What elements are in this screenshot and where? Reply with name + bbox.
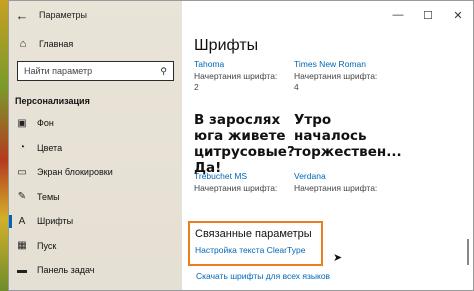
section-title: Персонализация <box>15 96 90 106</box>
window-title: Параметры <box>39 10 87 20</box>
minimize-button[interactable]: — <box>383 1 413 29</box>
font-faces-label: Начертания шрифта: <box>294 183 378 193</box>
search-box[interactable]: ⚲ <box>17 61 174 81</box>
sidebar-item-themes[interactable]: ✎ Темы <box>9 185 182 210</box>
sidebar-item-label: Панель задач <box>37 265 95 276</box>
font-sample-trebuchet[interactable]: В зарослях юга живете цитрусовые? Да! <box>194 112 295 176</box>
maximize-button[interactable]: ☐ <box>413 1 443 29</box>
font-tile-trebuchet[interactable]: Trebuchet MS Начертания шрифта: <box>194 171 290 193</box>
font-tile-tahoma[interactable]: Tahoma Начертания шрифта: 2 <box>194 59 290 92</box>
font-faces-label: Начертания шрифта: <box>194 71 278 81</box>
search-input[interactable] <box>24 66 144 76</box>
search-icon[interactable]: ⚲ <box>160 66 167 77</box>
sidebar-nav: ▣ Фон ◔ Цвета ▭ Экран блокировки ✎ Темы … <box>9 111 182 283</box>
sidebar-item-label: Темы <box>37 191 60 202</box>
sidebar-item-fonts[interactable]: A Шрифты <box>9 209 182 234</box>
font-name: Times New Roman <box>294 59 366 69</box>
sidebar-item-colors[interactable]: ◔ Цвета <box>9 136 182 161</box>
font-faces-count: 2 <box>194 82 199 92</box>
mouse-pointer-icon: ➤ <box>333 252 343 264</box>
sidebar-item-home[interactable]: ⌂ Главная <box>13 38 74 50</box>
palette-icon: ◔ <box>18 142 26 154</box>
start-icon: ▦ <box>17 240 27 252</box>
sidebar-item-label: Пуск <box>37 240 57 251</box>
sidebar-item-label: Главная <box>39 39 74 49</box>
picture-icon: ▣ <box>17 117 27 129</box>
title-bar: ← Параметры — ☐ ✕ <box>9 1 473 29</box>
settings-window: ⌂ Главная ⚲ Персонализация ▣ Фон ◔ Цвета… <box>8 0 474 291</box>
font-faces-count: 4 <box>294 82 299 92</box>
main-content: Шрифты Tahoma Начертания шрифта: 2 Times… <box>182 29 473 290</box>
related-settings: Связанные параметры Настройка текста Cle… <box>188 221 323 266</box>
font-name: Verdana <box>294 171 326 181</box>
download-fonts-link[interactable]: Скачать шрифты для всех языков <box>196 271 330 281</box>
font-name: Tahoma <box>194 59 225 69</box>
lock-screen-icon: ▭ <box>17 166 27 178</box>
font-tile-verdana[interactable]: Verdana Начертания шрифта: <box>294 171 390 193</box>
sidebar-item-label: Цвета <box>37 142 63 153</box>
sidebar-item-lock-screen[interactable]: ▭ Экран блокировки <box>9 160 182 185</box>
taskbar-icon: ▬ <box>17 264 27 276</box>
sidebar-item-label: Фон <box>37 118 54 129</box>
close-button[interactable]: ✕ <box>443 1 473 29</box>
sidebar-item-background[interactable]: ▣ Фон <box>9 111 182 136</box>
sidebar-item-label: Шрифты <box>37 216 74 227</box>
scrollbar[interactable] <box>467 239 469 265</box>
sidebar-item-label: Экран блокировки <box>37 167 113 178</box>
related-settings-title: Связанные параметры <box>195 228 312 240</box>
cleartype-link[interactable]: Настройка текста ClearType <box>195 245 316 255</box>
home-icon: ⌂ <box>19 38 27 50</box>
back-arrow-icon[interactable]: ← <box>9 1 35 29</box>
font-faces-label: Начертания шрифта: <box>194 183 278 193</box>
sidebar-item-start[interactable]: ▦ Пуск <box>9 234 182 259</box>
sidebar-item-taskbar[interactable]: ▬ Панель задач <box>9 258 182 283</box>
font-tile-times-new-roman[interactable]: Times New Roman Начертания шрифта: 4 <box>294 59 390 92</box>
desktop-wallpaper <box>0 0 8 291</box>
brush-icon: ✎ <box>17 191 27 203</box>
fonts-icon: A <box>18 215 26 227</box>
font-name: Trebuchet MS <box>194 171 248 181</box>
font-faces-label: Начертания шрифта: <box>294 71 378 81</box>
font-sample-verdana[interactable]: Утро началось торжествен... <box>294 112 404 160</box>
sidebar: ⌂ Главная ⚲ Персонализация ▣ Фон ◔ Цвета… <box>9 1 182 290</box>
page-title: Шрифты <box>194 37 259 54</box>
